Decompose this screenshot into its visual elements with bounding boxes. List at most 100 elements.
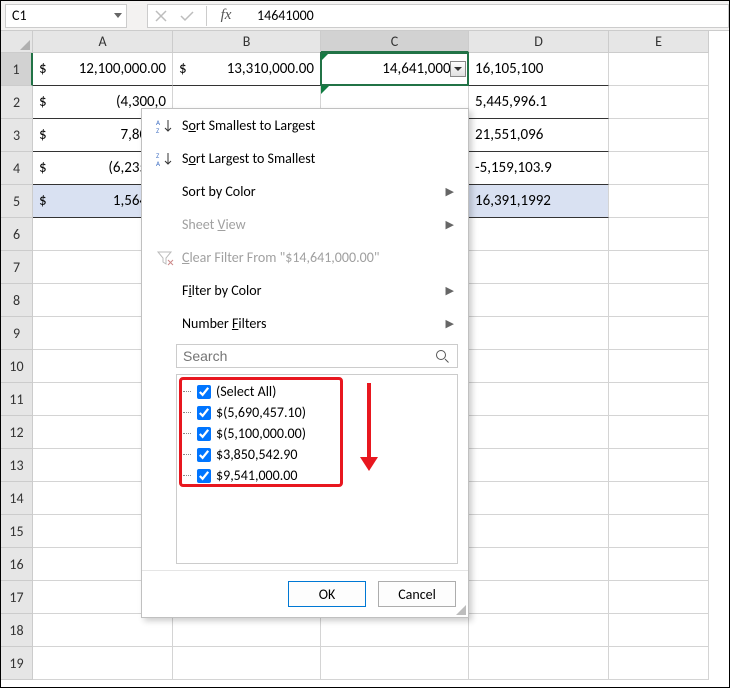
cell[interactable] (609, 86, 709, 119)
cell[interactable] (609, 548, 709, 581)
filter-by-color[interactable]: Filter by Color ▶ (142, 274, 468, 307)
cell[interactable] (609, 119, 709, 152)
resize-handle-icon[interactable] (456, 605, 466, 615)
filter-option-checkbox[interactable] (197, 448, 211, 462)
cancel-formula-icon (148, 4, 174, 28)
cell[interactable] (469, 614, 609, 647)
cell[interactable] (609, 416, 709, 449)
name-box[interactable]: C1 (5, 4, 127, 28)
filter-option[interactable]: $(5,100,000.00) (181, 423, 453, 444)
sort-by-color[interactable]: Sort by Color ▶ (142, 175, 468, 208)
cell[interactable] (469, 482, 609, 515)
cell[interactable] (321, 614, 469, 647)
row-header[interactable]: 8 (1, 284, 33, 317)
col-header-E[interactable]: E (609, 31, 709, 53)
cell[interactable] (609, 581, 709, 614)
cell[interactable] (469, 581, 609, 614)
cell[interactable]: 14,641,000.0 (321, 53, 469, 86)
filter-option-checkbox[interactable] (197, 406, 211, 420)
cell[interactable] (609, 251, 709, 284)
cell[interactable] (609, 515, 709, 548)
cell[interactable] (469, 350, 609, 383)
cell[interactable] (469, 416, 609, 449)
filter-option[interactable]: $9,541,000.00 (181, 465, 453, 486)
row-header[interactable]: 4 (1, 152, 33, 185)
filter-option[interactable]: $(5,690,457.10) (181, 402, 453, 423)
cell[interactable] (609, 647, 709, 680)
cell[interactable] (609, 152, 709, 185)
row-header[interactable]: 11 (1, 383, 33, 416)
cancel-button[interactable]: Cancel (378, 581, 456, 607)
cell[interactable] (321, 647, 469, 680)
cell[interactable] (173, 614, 321, 647)
row-header[interactable]: 12 (1, 416, 33, 449)
cell[interactable] (609, 350, 709, 383)
cell[interactable] (609, 284, 709, 317)
cell[interactable] (469, 548, 609, 581)
cell[interactable] (469, 647, 609, 680)
cell[interactable] (609, 449, 709, 482)
cell[interactable]: 12,100,000.00 (33, 53, 173, 86)
cell[interactable]: 21,551,096 (469, 119, 609, 152)
formula-value[interactable]: 14641000 (239, 4, 729, 28)
grid-row: 112,100,000.0013,310,000.0014,641,000.01… (1, 53, 729, 86)
row-header[interactable]: 1 (1, 53, 33, 86)
filter-option-checkbox[interactable] (197, 469, 211, 483)
cell[interactable] (33, 647, 173, 680)
filter-button[interactable] (450, 61, 466, 77)
row-header[interactable]: 19 (1, 647, 33, 680)
filter-search-input[interactable] (177, 348, 435, 364)
cell[interactable] (469, 515, 609, 548)
cell[interactable] (609, 614, 709, 647)
cell[interactable] (173, 647, 321, 680)
fx-icon[interactable]: fx (213, 4, 239, 28)
row-header[interactable]: 6 (1, 218, 33, 251)
cell[interactable] (469, 218, 609, 251)
formula-bar: C1 fx 14641000 (1, 1, 729, 31)
select-all-corner[interactable] (1, 31, 33, 53)
row-header[interactable]: 3 (1, 119, 33, 152)
cell[interactable] (609, 482, 709, 515)
cell[interactable] (609, 218, 709, 251)
col-header-C[interactable]: C (321, 31, 469, 53)
sort-descending[interactable]: ZA Sort Largest to Smallest (142, 142, 468, 175)
filter-option[interactable]: $3,850,542.90 (181, 444, 453, 465)
row-header[interactable]: 15 (1, 515, 33, 548)
filter-option[interactable]: (Select All) (181, 381, 453, 402)
row-header[interactable]: 5 (1, 185, 33, 218)
row-header[interactable]: 13 (1, 449, 33, 482)
sort-ascending[interactable]: AZ Sort Smallest to Largest (142, 109, 468, 142)
row-header[interactable]: 18 (1, 614, 33, 647)
cell[interactable]: -5,159,103.9 (469, 152, 609, 185)
cell[interactable] (609, 317, 709, 350)
cell[interactable]: 5,445,996.1 (469, 86, 609, 119)
cell[interactable] (469, 284, 609, 317)
filter-option-checkbox[interactable] (197, 427, 211, 441)
cell[interactable] (469, 251, 609, 284)
row-header[interactable]: 14 (1, 482, 33, 515)
cell[interactable]: 13,310,000.00 (173, 53, 321, 86)
cell[interactable] (33, 614, 173, 647)
row-header[interactable]: 17 (1, 581, 33, 614)
cell[interactable] (609, 383, 709, 416)
col-header-D[interactable]: D (469, 31, 609, 53)
cell[interactable]: 16,391,1992 (469, 185, 609, 218)
row-header[interactable]: 7 (1, 251, 33, 284)
filter-search[interactable] (176, 344, 458, 368)
row-header[interactable]: 16 (1, 548, 33, 581)
cell[interactable] (609, 185, 709, 218)
col-header-A[interactable]: A (33, 31, 173, 53)
chevron-down-icon (114, 13, 122, 18)
cell[interactable] (609, 53, 709, 86)
number-filters[interactable]: Number Filters ▶ (142, 307, 468, 340)
col-header-B[interactable]: B (173, 31, 321, 53)
row-header[interactable]: 9 (1, 317, 33, 350)
cell[interactable] (469, 383, 609, 416)
row-header[interactable]: 10 (1, 350, 33, 383)
row-header[interactable]: 2 (1, 86, 33, 119)
filter-option-checkbox[interactable] (197, 385, 211, 399)
cell[interactable] (469, 317, 609, 350)
ok-button[interactable]: OK (288, 581, 366, 607)
cell[interactable] (469, 449, 609, 482)
cell[interactable]: 16,105,100 (469, 53, 609, 86)
